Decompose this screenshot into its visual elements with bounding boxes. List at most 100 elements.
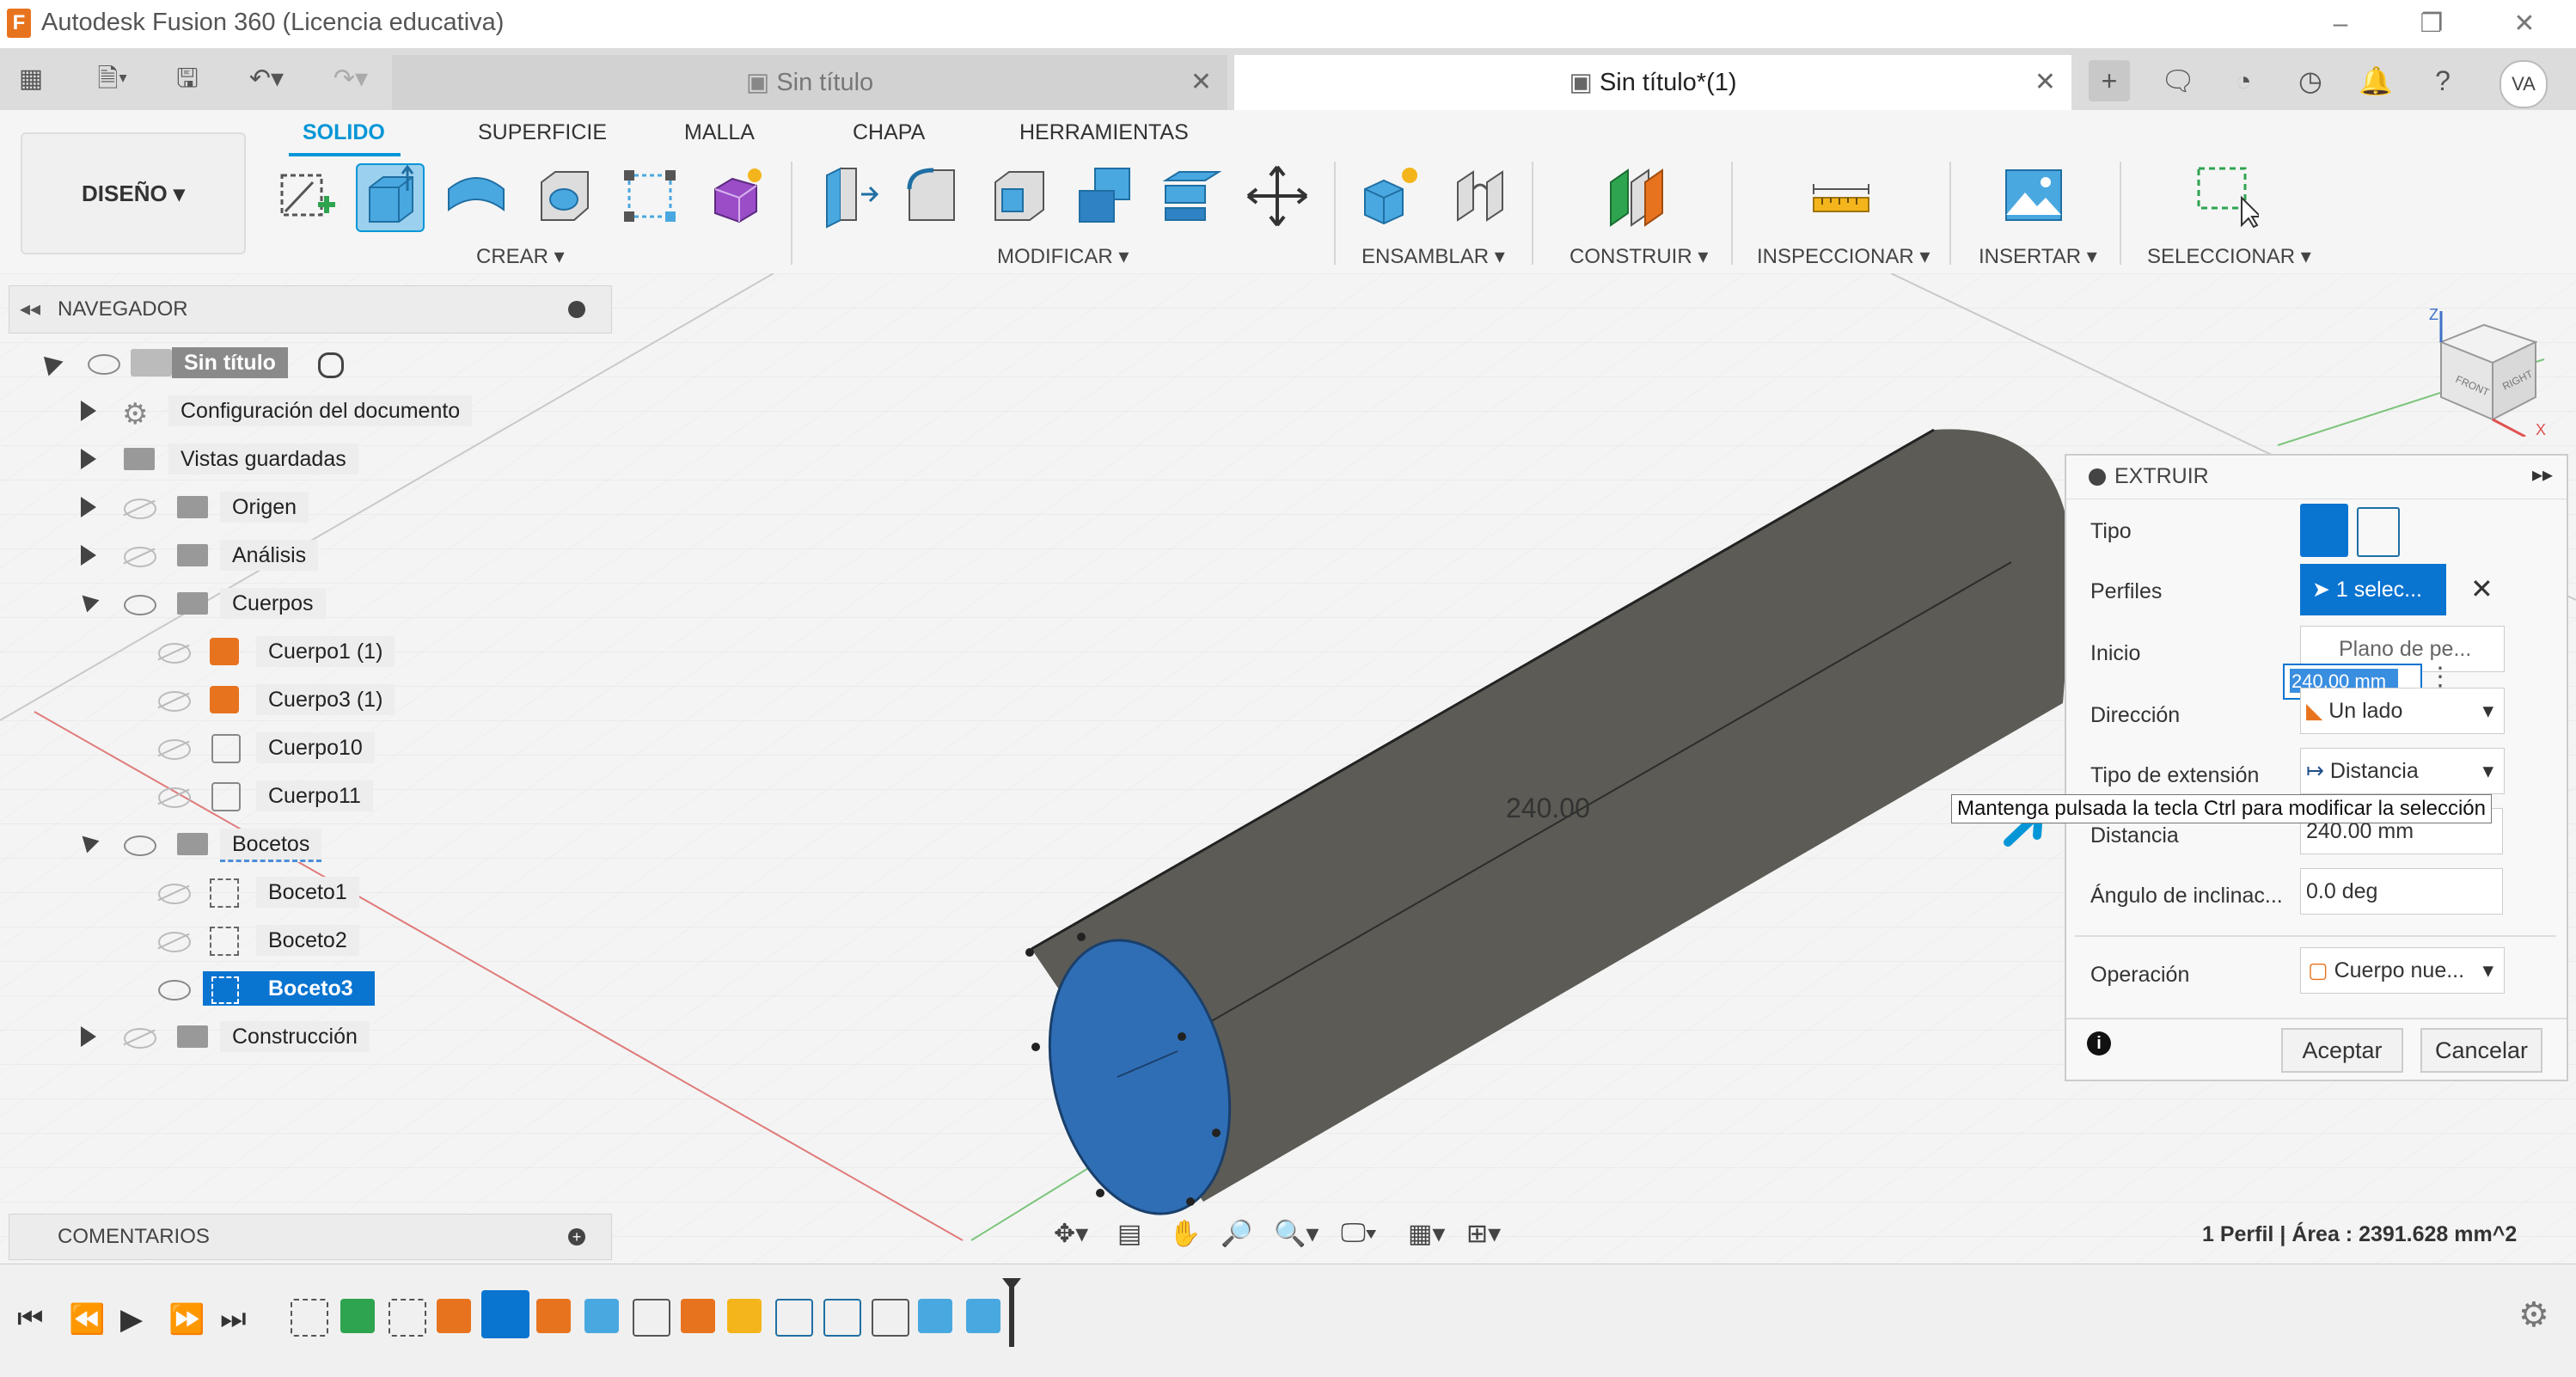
visibility-eye-off-icon[interactable] [158,643,191,664]
timeline-fillet-icon[interactable] [775,1299,813,1337]
visibility-eye-off-icon[interactable] [124,1028,156,1049]
timeline-body-icon[interactable] [536,1299,571,1333]
tree-item-cuerpo10[interactable]: Cuerpo10 [0,727,619,768]
expand-icon[interactable] [81,449,96,469]
visibility-eye-off-icon[interactable] [158,691,191,712]
clear-selection-icon[interactable]: ✕ [2470,572,2493,605]
create-sketch-icon[interactable] [273,163,339,229]
expand-icon[interactable] [76,829,100,854]
profiles-selection-button[interactable]: ➤ 1 selec... [2300,564,2446,615]
close-tab-icon[interactable]: ✕ [2034,55,2056,110]
measure-icon[interactable] [1808,163,1874,229]
fit-icon[interactable]: 🔍▾ [1274,1219,1319,1249]
viewports-icon[interactable]: ⊞▾ [1466,1219,1501,1249]
job-status-icon[interactable]: 🗨 [2157,60,2199,101]
navigator-header[interactable]: ◂◂ NAVEGADOR [9,285,612,334]
file-menu-button[interactable]: 🗎▾ [83,60,143,98]
fillet-icon[interactable] [901,163,966,229]
offset-plane-icon[interactable] [1602,163,1667,229]
tab-chapa[interactable]: CHAPA [853,120,925,145]
visibility-eye-off-icon[interactable] [158,884,191,904]
timeline-split-icon[interactable] [584,1299,619,1333]
visibility-eye-icon[interactable] [88,354,120,375]
orbit-icon[interactable]: ✥▾ [1054,1219,1088,1249]
select-window-icon[interactable] [2194,163,2263,229]
group-construir[interactable]: CONSTRUIR ▾ [1569,244,1708,269]
tab-solido[interactable]: SOLIDO [303,120,385,145]
step-forward-icon[interactable]: ⏩ [168,1302,205,1337]
tab-sin-titulo[interactable]: ▣ Sin título ✕ [392,55,1227,110]
expand-icon[interactable] [36,349,64,376]
direccion-dropdown[interactable]: ◣ Un lado ▾ [2300,688,2505,734]
tab-herramientas[interactable]: HERRAMIENTAS [1019,120,1189,145]
new-component-icon[interactable] [1358,163,1423,229]
data-panel-grid-icon[interactable]: ▦ [12,60,50,98]
timeline-hole-icon[interactable] [918,1299,952,1333]
redo-button[interactable]: ↷▾ [318,60,383,98]
hole-icon[interactable] [531,163,597,229]
timeline-presspull-icon[interactable] [681,1299,715,1333]
extrude-icon[interactable] [356,163,425,232]
group-modificar[interactable]: MODIFICAR ▾ [997,244,1129,269]
timeline-feature-icon[interactable] [727,1299,762,1333]
timeline-move-icon[interactable] [633,1299,670,1337]
expand-dialog-icon[interactable]: ▸▸ [2532,462,2553,487]
display-settings-icon[interactable]: 🖵▾ [1341,1219,1377,1248]
step-back-icon[interactable]: ⏪ [69,1302,105,1337]
restore-button[interactable]: ❐ [2393,0,2470,48]
add-comment-icon[interactable]: + [568,1228,585,1245]
group-inspeccionar[interactable]: INSPECCIONAR ▾ [1757,244,1930,269]
undo-button[interactable]: ↶▾ [234,60,299,98]
extrude-thin-type-icon[interactable] [2357,507,2400,557]
shell-icon[interactable] [987,163,1052,229]
workspace-switcher[interactable]: DISEÑO ▾ [21,132,246,254]
tree-root[interactable]: Sin título [0,342,619,383]
tree-item-cuerpos[interactable]: Cuerpos [0,583,619,624]
visibility-eye-icon[interactable] [158,980,191,1001]
view-cube[interactable]: FRONT RIGHT Z X [2424,306,2553,438]
cancelar-button[interactable]: Cancelar [2420,1028,2542,1073]
zoom-icon[interactable]: 🔎 [1221,1219,1252,1249]
tree-item-construccion[interactable]: Construcción [0,1016,619,1057]
move-copy-icon[interactable] [1245,163,1310,229]
play-icon[interactable]: ▶ [120,1302,143,1337]
tree-item-config[interactable]: ⚙ Configuración del documento [0,390,619,431]
minimize-button[interactable]: – [2302,0,2379,48]
group-crear[interactable]: CREAR ▾ [476,244,565,269]
timeline-shell-icon[interactable] [872,1299,909,1337]
save-icon[interactable]: 🖫 [168,60,206,98]
expand-icon[interactable] [81,401,96,421]
tab-sin-titulo-1[interactable]: ▣ Sin título*(1) ✕ [1234,55,2071,110]
visibility-eye-icon[interactable] [124,835,156,856]
operacion-dropdown[interactable]: ▢ Cuerpo nue... ▾ [2300,947,2505,994]
aceptar-button[interactable]: Aceptar [2281,1028,2403,1073]
expand-icon[interactable] [81,497,96,517]
revolve-icon[interactable] [444,163,509,229]
go-to-end-icon[interactable]: ⏭ [220,1302,247,1336]
timeline-extrude-icon[interactable] [437,1299,471,1333]
combine-icon[interactable] [1073,163,1138,229]
taper-angle-input[interactable] [2300,868,2503,915]
group-insertar[interactable]: INSERTAR ▾ [1979,244,2097,269]
tree-item-boceto2[interactable]: Boceto2 [0,920,619,961]
tab-superficie[interactable]: SUPERFICIE [478,120,607,145]
tab-malla[interactable]: MALLA [684,120,755,145]
joint-icon[interactable] [1447,163,1513,229]
comments-bar[interactable]: COMENTARIOS + [9,1214,612,1260]
tree-item-origen[interactable]: Origen [0,487,619,528]
dialog-header[interactable]: EXTRUIR ▸▸ [2066,456,2567,499]
expand-icon[interactable] [81,1026,96,1047]
pattern-icon[interactable] [617,163,682,229]
timeline-settings-gear-icon[interactable]: ⚙ [2518,1295,2549,1335]
info-icon[interactable]: i [2087,1031,2111,1056]
visibility-eye-off-icon[interactable] [158,739,191,760]
look-at-icon[interactable]: ▤ [1117,1219,1141,1249]
press-pull-icon[interactable] [815,163,880,229]
tree-item-cuerpo3[interactable]: Cuerpo3 (1) [0,679,619,720]
grid-settings-icon[interactable]: ▦▾ [1408,1219,1445,1249]
close-window-button[interactable]: ✕ [2486,0,2563,48]
go-to-start-icon[interactable]: ⏮ [17,1302,44,1336]
visibility-eye-icon[interactable] [124,595,156,615]
timeline-active-sketch-icon[interactable] [481,1290,529,1338]
tipo-extension-dropdown[interactable]: ↦ Distancia ▾ [2300,748,2505,794]
